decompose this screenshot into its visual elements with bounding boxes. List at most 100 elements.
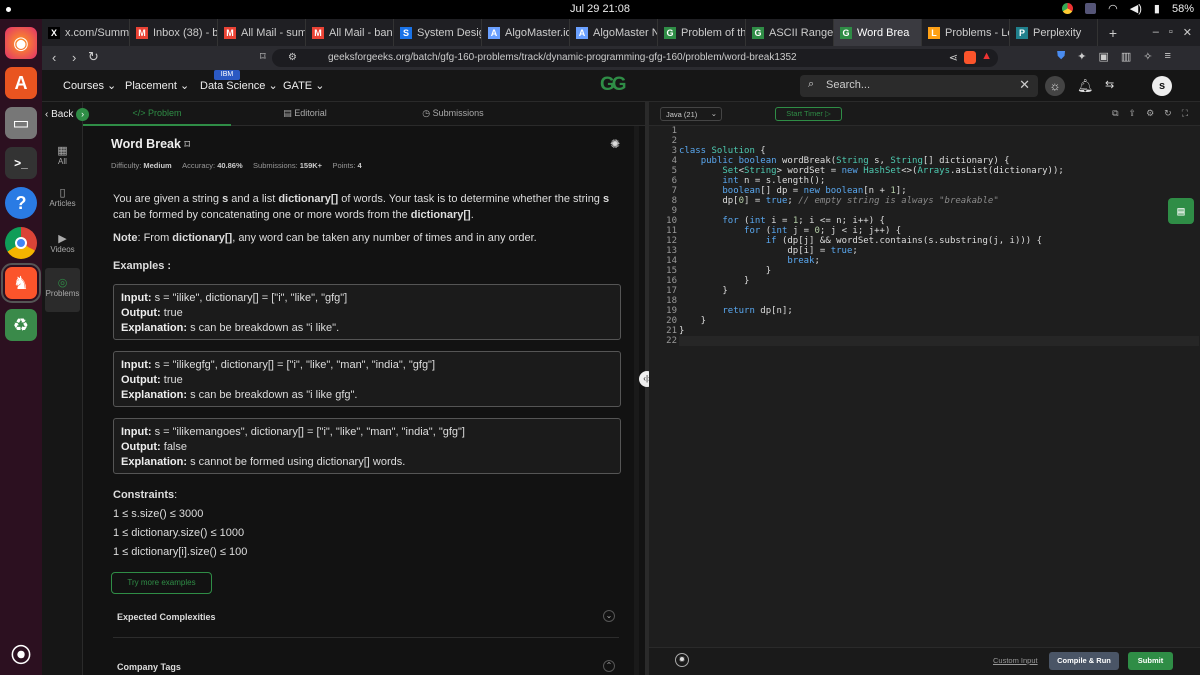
desc-part: and a list	[228, 193, 279, 205]
nav-courses[interactable]: Courses ⌄	[63, 79, 116, 92]
share-icon[interactable]: ⋖	[949, 51, 958, 64]
theme-toggle-icon[interactable]: ☼	[1045, 76, 1065, 96]
line-number: 17	[666, 286, 677, 296]
report-bug-icon[interactable]: ✺	[610, 137, 620, 151]
browser-tab[interactable]: M All Mail - banc	[306, 19, 394, 46]
menu-icon[interactable]: ≡	[1165, 50, 1171, 63]
constraint-item: 1 ≤ s.size() ≤ 3000	[113, 508, 204, 520]
company-tags-accordion[interactable]: Company Tags ⌃	[113, 654, 619, 675]
expected-complexities-accordion[interactable]: Expected Complexities ⌄	[113, 596, 619, 638]
browser-tab[interactable]: A AlgoMaster N	[570, 19, 658, 46]
rail-all[interactable]: ▦ All	[42, 144, 83, 166]
browser-tab[interactable]: M Inbox (38) - b	[130, 19, 218, 46]
brave-icon[interactable]: ♞	[1, 263, 41, 303]
chevron-down-icon[interactable]: ⌄	[603, 610, 615, 622]
browser-tab[interactable]: A AlgoMaster.io	[482, 19, 570, 46]
problem-scrollbar[interactable]	[634, 126, 639, 675]
bookmark-icon[interactable]: ⌑	[184, 139, 190, 151]
upload-icon[interactable]: ⇪	[1129, 108, 1137, 119]
browser-tab[interactable]: S System Desig	[394, 19, 482, 46]
show-apps-icon[interactable]: ⦿	[5, 637, 37, 669]
notifications-bell-icon[interactable]: 🔔︎	[1077, 78, 1094, 94]
tab-problem[interactable]: </> Problem	[83, 102, 231, 126]
volume-icon[interactable]: ◀)	[1130, 2, 1142, 15]
gfg-logo[interactable]: GG	[600, 74, 627, 96]
start-timer-button[interactable]: Start Timer ▷	[775, 107, 842, 121]
try-more-examples-button[interactable]: Try more examples	[111, 572, 212, 594]
extensions-icon[interactable]: ✦	[1077, 50, 1086, 63]
nav-placement[interactable]: Placement ⌄	[125, 79, 189, 92]
lightbulb-icon[interactable]: ✹	[675, 653, 689, 667]
wallet-icon[interactable]: ▣	[1098, 50, 1108, 63]
browser-tab[interactable]: P Perplexity	[1010, 19, 1098, 46]
brave-rewards-icon[interactable]: ▲	[981, 50, 992, 62]
minimize-icon[interactable]: –	[1153, 26, 1159, 39]
translate-tray-icon[interactable]	[1085, 3, 1097, 14]
chevron-right-icon[interactable]: ›	[76, 108, 90, 121]
system-clock[interactable]: Jul 29 21:08	[0, 3, 1200, 15]
battery-icon[interactable]: ▮	[1154, 2, 1160, 15]
maximize-icon[interactable]: ▫	[1169, 26, 1173, 39]
rail-articles[interactable]: ▯ Articles	[42, 186, 83, 208]
reset-icon[interactable]: ↻	[1164, 108, 1172, 119]
search-input[interactable]: ⌕ Search... ✕	[800, 75, 1038, 97]
editor-actions: ✹ Custom Input Compile & Run Submit	[649, 647, 1200, 675]
chrome-icon[interactable]	[5, 227, 37, 259]
line-number: 22	[666, 336, 677, 346]
browser-tab[interactable]: L Problems - Le	[922, 19, 1010, 46]
submit-button[interactable]: Submit	[1128, 652, 1173, 670]
settings-icon[interactable]: ⚙	[1146, 108, 1154, 119]
site-settings-icon[interactable]: ⚙	[288, 52, 297, 63]
wifi-icon[interactable]: ◠	[1108, 2, 1118, 15]
files-icon[interactable]: ▭	[5, 107, 37, 139]
browser-tab[interactable]: G Word Brea	[834, 19, 922, 46]
language-select[interactable]: Java (21) ⌄	[660, 107, 722, 121]
copy-icon[interactable]: ⧉	[1112, 108, 1118, 119]
nav-data-science[interactable]: Data Science ⌄	[200, 79, 278, 92]
leo-icon[interactable]: ✧	[1143, 50, 1152, 63]
help-icon[interactable]: ?	[5, 187, 37, 219]
vpn-icon[interactable]: ⛊	[1057, 50, 1065, 63]
chevron-up-icon[interactable]: ⌃	[603, 660, 615, 672]
chrome-tray-icon[interactable]	[1062, 3, 1074, 14]
back-button[interactable]: ‹ Back ›	[45, 108, 95, 122]
fullscreen-icon[interactable]: ⛶	[1182, 108, 1188, 119]
reload-icon[interactable]: ↻	[88, 49, 99, 65]
tab-editorial[interactable]: ▤ Editorial	[231, 102, 379, 126]
input-label: Input:	[121, 359, 152, 371]
user-avatar[interactable]: s	[1152, 76, 1172, 96]
translate-icon[interactable]: ⇆	[1105, 78, 1114, 91]
browser-tab[interactable]: G Problem of th	[658, 19, 746, 46]
output-label: Output:	[121, 374, 161, 386]
app-center-icon[interactable]: A	[5, 67, 37, 99]
close-window-icon[interactable]: ✕	[1183, 26, 1192, 39]
custom-input-link[interactable]: Custom Input	[993, 656, 1038, 665]
rail-videos[interactable]: ▶ Videos	[42, 232, 83, 254]
browser-tab[interactable]: G ASCII Range S	[746, 19, 834, 46]
brave-shields-icon[interactable]	[964, 51, 976, 64]
bookmark-icon[interactable]: ⌑	[260, 50, 266, 63]
new-tab-icon[interactable]: +	[1098, 25, 1128, 41]
back-arrow-icon[interactable]: ‹	[52, 50, 56, 65]
system-tray[interactable]: ◠ ◀) ▮ 58%	[1062, 2, 1194, 15]
browser-tab[interactable]: Xx.com/Summ	[42, 19, 130, 46]
rail-problems[interactable]: ◎ Problems	[45, 268, 80, 312]
code-editor[interactable]: 1 2 3 4 5 6 7 8 9 10 11 12 13 14 15 16 17 18 19 20 21 22 clas…	[649, 126, 1200, 647]
code-area[interactable]: class Solution { public boolean wordBrea…	[679, 126, 1199, 346]
nav-gate[interactable]: GATE ⌄	[283, 79, 324, 92]
firefox-icon[interactable]: ◉	[5, 27, 37, 59]
browser-tab[interactable]: M All Mail - sum	[218, 19, 306, 46]
tab-favicon-icon: G	[840, 26, 852, 39]
trash-icon[interactable]: ♻	[5, 309, 37, 341]
clear-search-icon[interactable]: ✕	[1019, 77, 1030, 93]
terminal-icon[interactable]: >_	[5, 147, 37, 179]
url-text: geeksforgeeks.org/batch/gfg-160-problems…	[328, 52, 797, 63]
code-line: if (dp[j] && wordSet.contains(s.substrin…	[765, 236, 1043, 246]
forward-arrow-icon[interactable]: ›	[72, 50, 76, 65]
tab-submissions[interactable]: ◷ Submissions	[379, 102, 527, 126]
sidebar-icon[interactable]: ▥	[1121, 50, 1131, 63]
chat-bubble-icon[interactable]: ▤	[1168, 198, 1194, 224]
compile-run-button[interactable]: Compile & Run	[1049, 652, 1119, 670]
tab-label: All Mail - sum	[241, 26, 306, 39]
url-bar[interactable]: ⚙ geeksforgeeks.org/batch/gfg-160-proble…	[272, 49, 998, 67]
